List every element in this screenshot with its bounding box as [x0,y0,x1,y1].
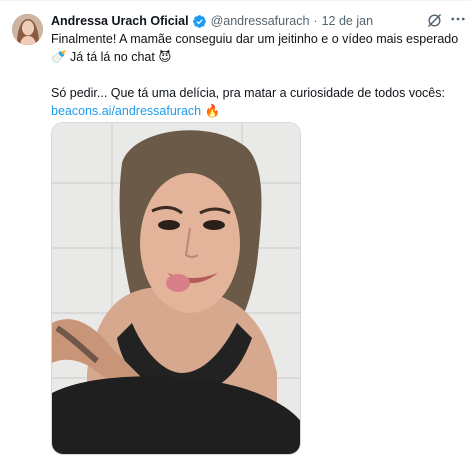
grok-icon[interactable] [426,12,443,29]
more-options-icon[interactable] [449,10,467,28]
profile-link[interactable]: beacons.ai/andressafurach [51,104,201,118]
tweet-text-line-2-text: Já tá lá no chat [66,50,159,64]
tweet-media-image[interactable] [51,122,301,455]
tweet-header: Andressa Urach Oficial @andressafurach ·… [51,12,373,30]
tweet-text-line-1: Finalmente! A mamãe conseguiu dar um jei… [51,32,459,46]
verified-badge-icon[interactable] [192,14,207,29]
fire-emoji: 🔥 [204,104,221,118]
baby-bottle-emoji: 🍼 [51,50,67,64]
header-separator: · [313,14,318,28]
tweet-text: Finalmente! A mamãe conseguiu dar um jei… [51,30,463,120]
author-handle[interactable]: @andressafurach [211,14,310,28]
avatar[interactable] [12,14,43,45]
tweet-text-line-2: 🍼 Já tá lá no chat 😈 [51,48,463,66]
devil-emoji: 😈 [158,50,172,64]
tweet-text-line-3: Só pedir... Que tá uma delícia, pra mata… [51,86,445,100]
tweet[interactable]: Andressa Urach Oficial @andressafurach ·… [0,0,471,459]
author-name[interactable]: Andressa Urach Oficial [51,14,189,28]
tweet-date[interactable]: 12 de jan [322,14,373,28]
tweet-text-line-4: beacons.ai/andressafurach 🔥 [51,102,463,120]
